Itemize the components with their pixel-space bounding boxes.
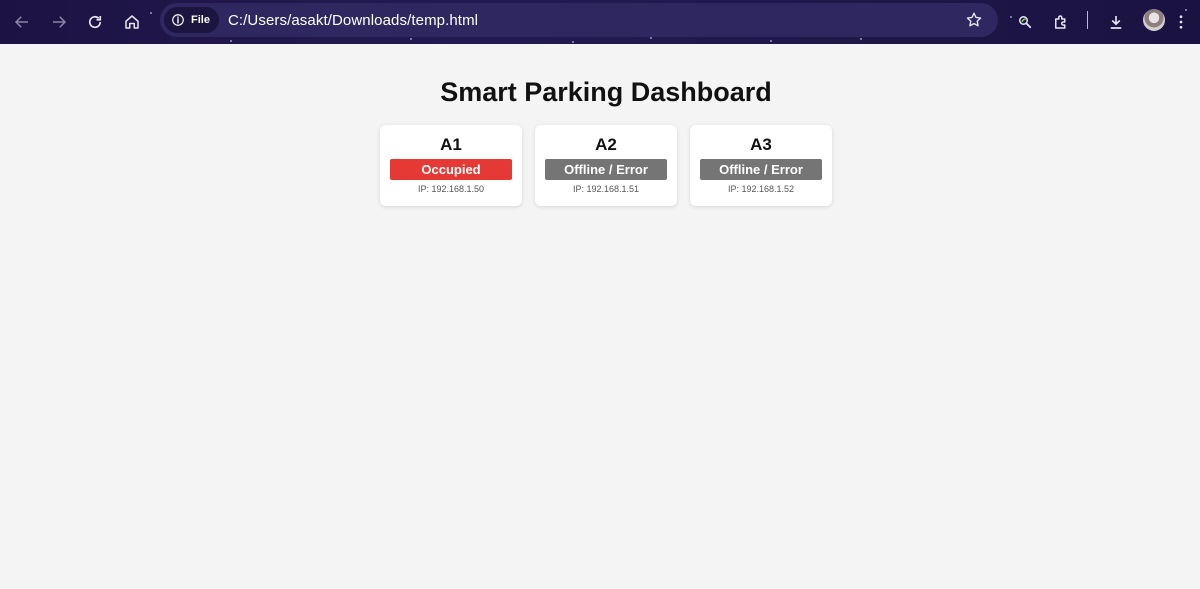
- parking-slot-card: A1 Occupied IP: 192.168.1.50: [380, 125, 522, 206]
- slot-name: A1: [440, 135, 462, 154]
- slot-ip: IP: 192.168.1.51: [572, 184, 640, 194]
- star-outline-icon: [966, 12, 982, 27]
- slot-ip: IP: 192.168.1.50: [417, 184, 485, 194]
- downloads-button[interactable]: [1101, 7, 1131, 37]
- home-button[interactable]: [117, 7, 147, 37]
- forward-button[interactable]: [44, 7, 74, 37]
- profile-avatar[interactable]: [1143, 9, 1165, 31]
- slot-name: A2: [595, 135, 617, 154]
- puzzle-icon: [1055, 15, 1066, 29]
- more-vert-icon: [1179, 15, 1183, 29]
- status-badge: Offline / Error: [700, 159, 822, 180]
- status-badge: Occupied: [390, 159, 512, 180]
- toolbar-separator: [1087, 11, 1088, 29]
- background-star: [770, 40, 772, 42]
- slot-name: A3: [750, 135, 772, 154]
- background-star: [650, 37, 652, 39]
- background-star: [230, 40, 232, 42]
- site-info-chip[interactable]: File: [164, 7, 219, 33]
- browser-menu-button[interactable]: [1166, 7, 1196, 37]
- browser-toolbar: File C:/Users/asakt/Downloads/temp.html: [0, 0, 1200, 44]
- background-star: [410, 38, 412, 40]
- site-chip-label: File: [191, 14, 210, 26]
- background-star: [150, 12, 152, 14]
- forward-arrow-icon: [53, 16, 67, 28]
- background-star: [572, 41, 574, 43]
- extension-leaf-icon: [1019, 16, 1032, 29]
- bookmark-button[interactable]: [964, 10, 984, 30]
- parking-slot-card: A2 Offline / Error IP: 192.168.1.51: [535, 125, 677, 206]
- reload-button[interactable]: [80, 7, 110, 37]
- slot-ip: IP: 192.168.1.52: [727, 184, 795, 194]
- address-bar[interactable]: File C:/Users/asakt/Downloads/temp.html: [160, 3, 998, 37]
- page-title: Smart Parking Dashboard: [440, 77, 772, 107]
- extension-button[interactable]: [1010, 7, 1040, 37]
- download-icon: [1110, 16, 1122, 29]
- parking-slot-card: A3 Offline / Error IP: 192.168.1.52: [690, 125, 832, 206]
- back-button[interactable]: [7, 7, 37, 37]
- extensions-menu-button[interactable]: [1046, 7, 1076, 37]
- parking-slot-list: A1 Occupied IP: 192.168.1.50 A2 Offline …: [380, 125, 832, 206]
- url-text[interactable]: C:/Users/asakt/Downloads/temp.html: [228, 12, 478, 29]
- back-arrow-icon: [14, 16, 28, 28]
- page-content: Smart Parking Dashboard A1 Occupied IP: …: [0, 44, 1200, 589]
- reload-icon: [88, 15, 102, 29]
- status-badge: Offline / Error: [545, 159, 667, 180]
- background-star: [860, 38, 862, 40]
- home-icon: [125, 15, 139, 29]
- info-icon: [172, 14, 184, 26]
